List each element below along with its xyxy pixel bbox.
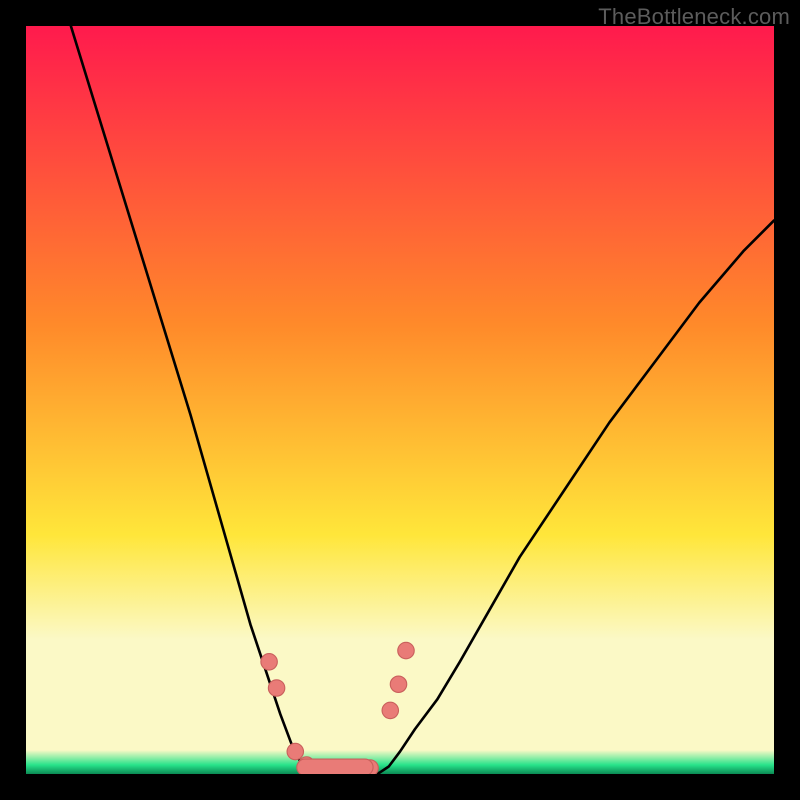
- trough-bar: [297, 759, 373, 774]
- markers-group: [261, 642, 414, 774]
- data-marker: [268, 680, 284, 696]
- data-marker: [398, 642, 414, 658]
- data-marker: [390, 676, 406, 692]
- chart-stage: TheBottleneck.com: [0, 0, 800, 800]
- curve-layer: [26, 26, 774, 774]
- bottleneck-curve: [71, 26, 774, 774]
- plot-area: [26, 26, 774, 774]
- data-marker: [287, 743, 303, 759]
- data-marker: [261, 654, 277, 670]
- watermark-text: TheBottleneck.com: [598, 4, 790, 30]
- data-marker: [382, 702, 398, 718]
